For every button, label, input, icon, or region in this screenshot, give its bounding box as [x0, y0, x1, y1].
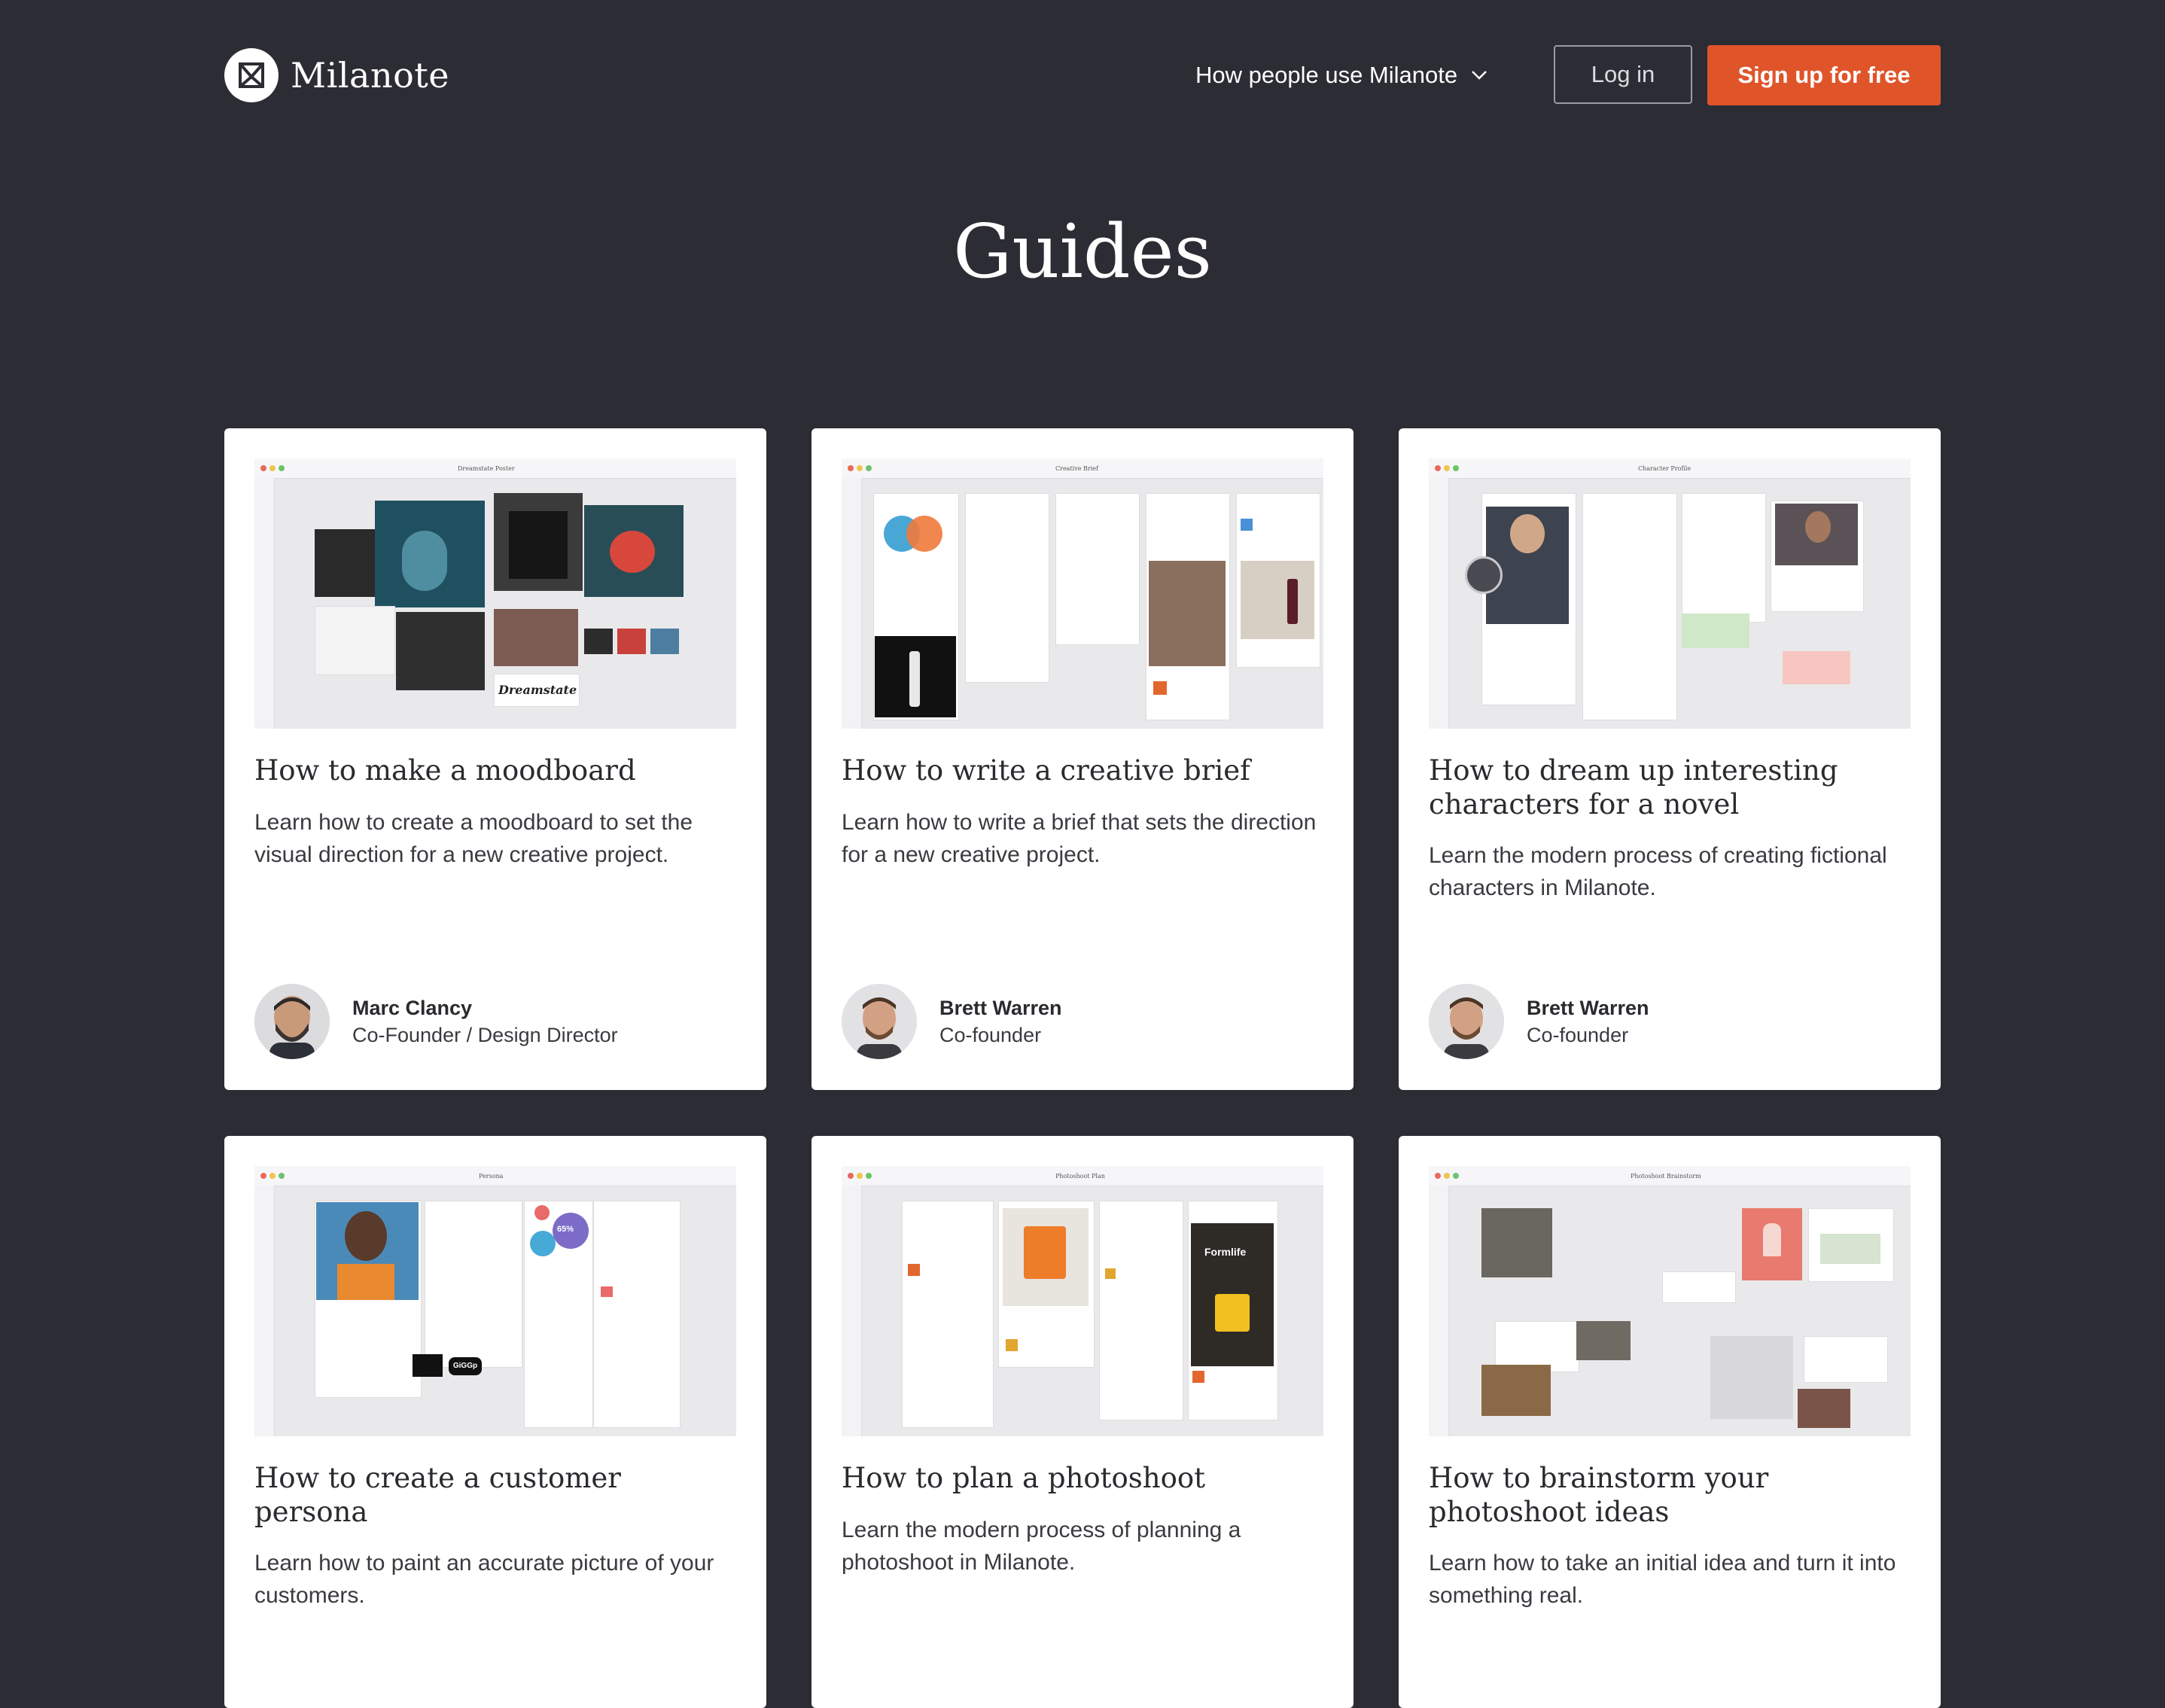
guide-card-creative-brief[interactable]: Creative Brief How to write a creative b…	[811, 428, 1354, 1090]
guide-author: Brett Warren Co-founder	[842, 984, 1062, 1059]
guide-title[interactable]: How to plan a photoshoot	[842, 1461, 1323, 1495]
guide-author: Marc Clancy Co-Founder / Design Director	[254, 984, 618, 1059]
how-people-use-dropdown[interactable]: How people use Milanote	[1195, 45, 1487, 105]
characters-thumbnail: Character Profile	[1429, 458, 1911, 729]
page-title: Guides	[953, 209, 1212, 295]
avatar	[1429, 984, 1504, 1059]
board-title: Character Profile	[1638, 465, 1692, 472]
how-people-use-label: How people use Milanote	[1195, 62, 1458, 88]
creative-brief-thumbnail: Creative Brief	[842, 458, 1323, 729]
board-title: Photoshoot Plan	[1055, 1173, 1105, 1180]
guide-author: Brett Warren Co-founder	[1429, 984, 1649, 1059]
milanote-logo[interactable]: Milanote	[224, 45, 449, 105]
milanote-logo-icon	[224, 48, 279, 102]
guide-description: Learn the modern process of planning a p…	[842, 1518, 1241, 1575]
chevron-down-icon	[1472, 71, 1487, 80]
guide-description: Learn how to create a moodboard to set t…	[254, 810, 693, 867]
author-name: Marc Clancy	[352, 997, 473, 1019]
guide-title[interactable]: How to dream up interesting characters f…	[1429, 754, 1911, 821]
board-title: Persona	[479, 1173, 504, 1180]
guide-card-photoshoot-plan[interactable]: Photoshoot Plan Formlife How to plan a p…	[811, 1136, 1354, 1708]
guide-title[interactable]: How to write a creative brief	[842, 754, 1323, 787]
guide-card-characters[interactable]: Character Profile How to dream up intere…	[1399, 428, 1941, 1090]
guide-description: Learn how to paint an accurate picture o…	[254, 1551, 714, 1608]
board-word: Dreamstate	[498, 683, 577, 697]
guide-card-moodboard[interactable]: Dreamstate Poster Dreamstate How to make…	[224, 428, 766, 1090]
guide-description: Learn the modern process of creating fic…	[1429, 843, 1887, 900]
guide-description: Learn how to take an initial idea and tu…	[1429, 1551, 1896, 1608]
site-header: Milanote How people use Milanote Log in …	[224, 45, 1941, 105]
photoshoot-brainstorm-thumbnail: Photoshoot Brainstorm	[1429, 1166, 1911, 1436]
board-title: Photoshoot Brainstorm	[1631, 1173, 1701, 1180]
author-role: Co-founder	[1527, 1024, 1629, 1046]
log-in-button[interactable]: Log in	[1554, 45, 1692, 104]
photoshoot-plan-thumbnail: Photoshoot Plan Formlife	[842, 1166, 1323, 1436]
board-stat: 65%	[557, 1225, 574, 1234]
author-role: Co-Founder / Design Director	[352, 1024, 618, 1046]
guide-description: Learn how to write a brief that sets the…	[842, 810, 1317, 867]
board-title: Creative Brief	[1055, 465, 1098, 472]
persona-thumbnail: Persona GiGGp 65%	[254, 1166, 736, 1436]
author-name: Brett Warren	[1527, 997, 1649, 1019]
brand-name: Milanote	[291, 55, 449, 96]
guide-title[interactable]: How to brainstorm your photoshoot ideas	[1429, 1461, 1911, 1529]
guide-card-photoshoot-brainstorm[interactable]: Photoshoot Brainstorm How to brainstorm …	[1399, 1136, 1941, 1708]
sign-up-button[interactable]: Sign up for free	[1707, 45, 1941, 105]
author-name: Brett Warren	[939, 997, 1062, 1019]
board-word: GiGGp	[449, 1357, 482, 1375]
guide-title[interactable]: How to create a customer persona	[254, 1461, 736, 1529]
author-role: Co-founder	[939, 1024, 1042, 1046]
avatar	[842, 984, 917, 1059]
avatar	[254, 984, 330, 1059]
board-title: Dreamstate Poster	[458, 465, 515, 472]
guide-card-persona[interactable]: Persona GiGGp 65% How to create a custom…	[224, 1136, 766, 1708]
guide-title[interactable]: How to make a moodboard	[254, 754, 736, 787]
moodboard-thumbnail: Dreamstate Poster Dreamstate	[254, 458, 736, 729]
board-word: Formlife	[1204, 1246, 1247, 1258]
